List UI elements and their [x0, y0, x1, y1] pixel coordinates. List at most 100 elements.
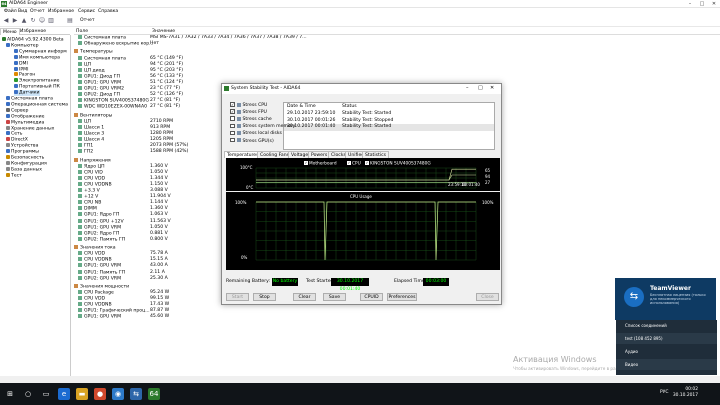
dialog-minimize-button[interactable]: – — [466, 85, 469, 91]
start-icon[interactable]: ⊞ — [4, 388, 16, 400]
list-row[interactable]: Обнаружено вскрытие кор... Нет — [74, 41, 714, 47]
menu-report[interactable]: Отчет — [30, 8, 45, 15]
list-value: 2.11 A — [150, 269, 165, 275]
column-field-header[interactable]: Поле — [76, 28, 88, 35]
list-value: 52 °C (126 °F) — [150, 92, 184, 98]
cpuid-button[interactable]: CPUID — [360, 293, 383, 301]
dialog-close-button[interactable]: ✕ — [490, 85, 494, 91]
tab-statistics[interactable]: Statistics — [362, 151, 389, 158]
tab-menu[interactable]: Меню — [0, 28, 20, 35]
list-row[interactable]: GPU1: Диод ГП 56 °C (133 °F) — [74, 73, 714, 80]
tree-item-label: Хранение данных — [11, 126, 55, 131]
save-button[interactable]: Save — [323, 293, 346, 301]
list-field-text: CPU Package — [84, 290, 114, 296]
tree-item-label: Имя компьютера — [19, 55, 60, 61]
menu-service[interactable]: Сервис — [78, 8, 95, 15]
checkbox[interactable] — [230, 137, 235, 143]
tray-language[interactable]: РУС — [660, 390, 668, 395]
menu-help[interactable]: Справка — [98, 8, 118, 15]
stress-option[interactable]: ✓ Stress FPU — [230, 109, 267, 116]
stress-option[interactable]: Stress GPU(s) — [230, 137, 274, 145]
back-icon[interactable]: ◀ — [2, 17, 10, 25]
cpu-usage-title: CPU Usage — [350, 194, 372, 199]
teamviewer-panel-item[interactable]: Список соединений — [616, 320, 717, 331]
sensor-icon — [78, 200, 82, 205]
edge-icon[interactable]: e — [58, 388, 70, 400]
column-value-header[interactable]: Значение — [152, 28, 175, 35]
list-row[interactable]: ЦП 94 °C (201 °F) — [74, 61, 714, 68]
teamviewer-panel-item[interactable]: Видео — [616, 359, 717, 370]
list-row[interactable]: ЦП диод 95 °C (203 °F) — [74, 67, 714, 74]
tab-favorites[interactable]: Избранное — [18, 28, 48, 35]
stop-button[interactable]: Stop — [253, 293, 276, 301]
menu-favorites[interactable]: Избранное — [48, 8, 74, 15]
stress-option[interactable]: Stress cache — [230, 116, 272, 123]
menu-file[interactable]: Файл — [4, 8, 17, 15]
refresh-icon[interactable]: ↻ — [29, 17, 37, 25]
forward-icon[interactable]: ▶ — [11, 17, 19, 25]
tree-item[interactable]: Тест — [6, 172, 22, 179]
stress-option[interactable]: Stress local disks — [230, 130, 282, 137]
tree-item-icon — [6, 137, 10, 142]
list-row[interactable]: Системная плата 65 °C (149 °F) — [74, 55, 714, 62]
list-value: 27 °C (81 °F) — [150, 98, 181, 104]
dialog-maximize-button[interactable]: □ — [478, 85, 483, 91]
list-field-text: GPU1: GPU VRM — [84, 314, 122, 320]
teamviewer-taskbar-icon[interactable]: ⇆ — [130, 388, 142, 400]
tree-item-label: База данных — [11, 167, 43, 173]
checkbox[interactable] — [230, 116, 235, 121]
preferences-button[interactable]: Preferences — [387, 293, 417, 301]
teamviewer-popup[interactable]: ⇆ TeamViewer Бесплатная лицензия (только… — [615, 278, 716, 320]
group-icon — [74, 49, 78, 54]
system-tray-clock[interactable]: 00:02 30.10.2017 — [673, 387, 698, 399]
list-value: 11.904 V — [150, 194, 171, 200]
temp-value-kingston: 27 — [485, 180, 491, 185]
clear-button[interactable]: Clear — [293, 293, 316, 301]
battery-value: No battery — [272, 278, 298, 286]
task-view-icon[interactable]: ▭ — [40, 388, 52, 400]
tab-cooling-fans[interactable]: Cooling Fans — [257, 151, 293, 158]
tree-item-label: Электропитание — [19, 78, 60, 84]
tree-item-icon — [14, 72, 18, 77]
list-row[interactable]: Системная плата MSI MS-7A31 / 7A32 / 7A33… — [74, 35, 714, 41]
report-button[interactable]: Отчет — [80, 17, 95, 25]
log-row[interactable]: 29.10.2017 23:59:10 Stability Test: Start… — [284, 111, 494, 118]
aida64-taskbar-icon[interactable]: 64 — [148, 388, 160, 400]
menu-view[interactable]: Вид — [18, 8, 27, 15]
list-value: 1.150 V — [150, 181, 168, 187]
list-field-text: GPU1: Диод ГП — [84, 74, 120, 80]
list-field-text: CPU VDDNB — [84, 182, 112, 188]
list-group-header[interactable]: Температуры — [74, 49, 714, 55]
minimize-button[interactable]: – — [684, 0, 696, 8]
tab-temperatures[interactable]: Temperatures — [224, 151, 262, 158]
list-value: 56 °C (133 °F) — [150, 73, 184, 79]
tab-powers[interactable]: Powers — [308, 151, 331, 158]
checkbox[interactable]: ✓ — [230, 102, 235, 107]
log-row[interactable]: 30.10.2017 00:01:40 Stability Test: Start… — [284, 124, 494, 131]
checkbox[interactable] — [230, 130, 235, 136]
list-value: 75.78 A — [150, 251, 168, 257]
firefox-icon[interactable]: ● — [94, 388, 106, 400]
user-icon[interactable]: ☺ — [38, 17, 46, 25]
checkbox[interactable]: ✓ — [230, 109, 235, 114]
tree-item-icon — [6, 96, 10, 100]
sensor-icon — [78, 251, 82, 256]
explorer-icon[interactable]: ▬ — [76, 388, 88, 400]
tree-item-label: Разгон — [19, 72, 36, 78]
chart-icon[interactable]: ▥ — [47, 17, 55, 25]
report-icon[interactable]: ▤ — [66, 17, 74, 25]
list-field-text: ГП2 — [84, 149, 94, 155]
maximize-button[interactable]: □ — [696, 0, 708, 8]
stress-option[interactable]: ✓ Stress CPU — [230, 102, 267, 109]
list-field: WDC WD10EZEX-00WN4A0 — [78, 104, 147, 110]
close-button[interactable]: ✕ — [708, 0, 720, 8]
list-value: 1.063 V — [150, 212, 168, 218]
search-icon[interactable]: ○ — [22, 388, 34, 400]
stress-option[interactable]: Stress system memory — [230, 123, 295, 130]
teamviewer-panel-item[interactable]: test (108 452 895) — [616, 333, 717, 344]
list-value: Нет — [150, 41, 159, 47]
checkbox[interactable] — [230, 123, 235, 129]
steam-icon[interactable]: ◉ — [112, 388, 124, 400]
up-icon[interactable]: ▲ — [20, 17, 28, 25]
teamviewer-panel-item[interactable]: Аудио — [616, 346, 717, 357]
